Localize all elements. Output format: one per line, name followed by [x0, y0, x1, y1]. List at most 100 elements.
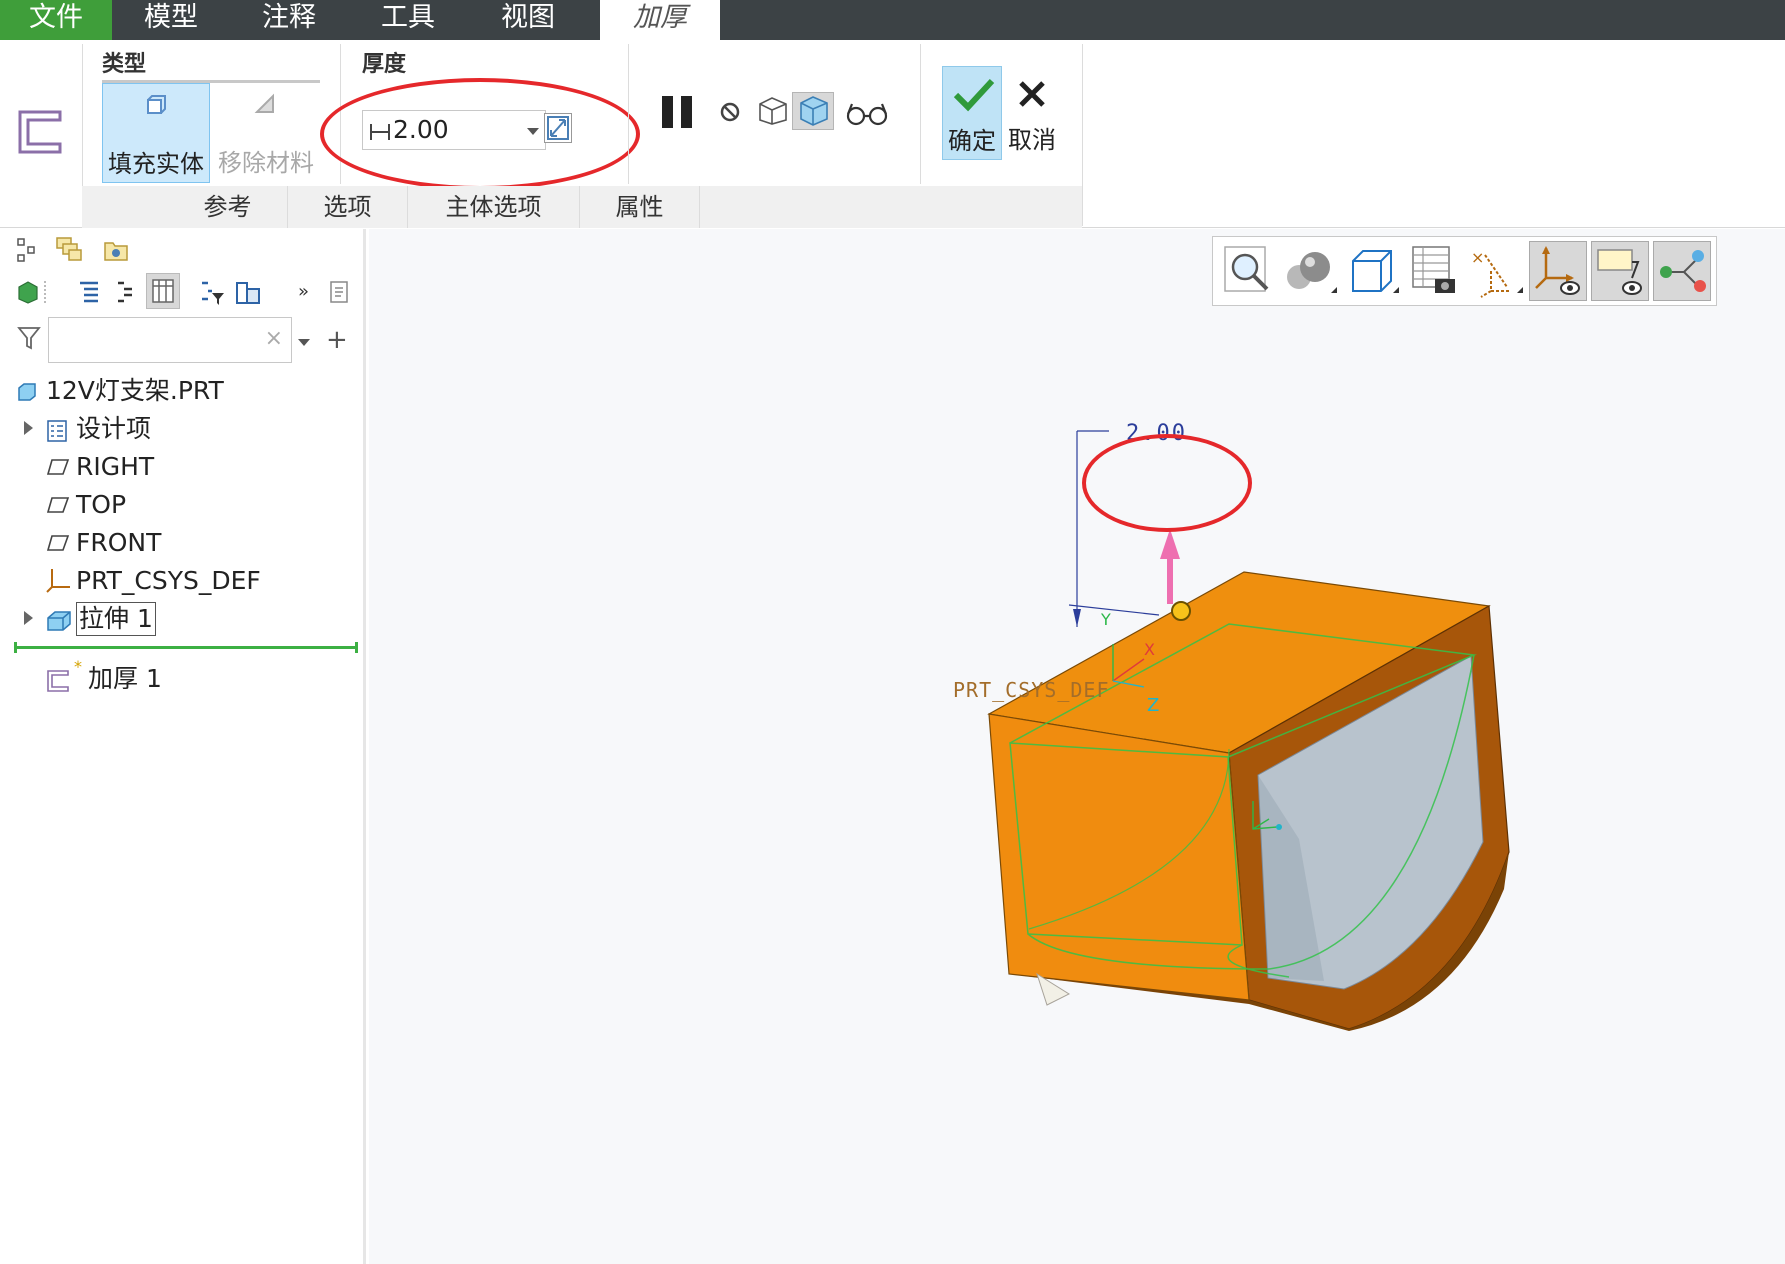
remove-material-button[interactable]: 移除材料: [212, 83, 320, 183]
menu-bar: 文件 模型 注释 工具 视图 加厚: [0, 0, 1785, 40]
tree-item-extrude[interactable]: 拉伸 1: [46, 601, 346, 637]
tree-label: 设计项: [76, 414, 152, 443]
model-tree-panel: » × + 12V灯支架.PRT 设计项 RIGHT TOP FRONT PRT…: [0, 229, 366, 1264]
filter-icon[interactable]: [16, 325, 42, 351]
layers-tab-icon[interactable]: [54, 235, 84, 263]
thicken-icon: [18, 110, 62, 154]
refit-button[interactable]: [1219, 241, 1277, 301]
zoom-icon: [1224, 246, 1269, 292]
tree-label: RIGHT: [76, 452, 155, 481]
more-tools-icon[interactable]: »: [298, 281, 309, 302]
tree-label: 12V灯支架.PRT: [46, 376, 224, 405]
design-items-icon: [47, 420, 67, 442]
tab-body-options[interactable]: 主体选项: [408, 186, 580, 228]
cancel-button[interactable]: 取消: [1002, 66, 1062, 160]
tree-item-top-plane[interactable]: TOP: [46, 487, 346, 523]
wireframe-preview-icon[interactable]: [756, 96, 790, 126]
tree-label: TOP: [76, 490, 127, 519]
csys-z-label: Z: [1147, 695, 1159, 716]
tree-item-front-plane[interactable]: FRONT: [46, 525, 346, 561]
saved-views-button[interactable]: [1405, 241, 1463, 301]
divider: [628, 44, 629, 184]
solid-icon: [147, 95, 166, 114]
cut-icon: [254, 93, 274, 113]
checkmark-icon: [953, 78, 995, 112]
dimension-value[interactable]: 2.00: [1126, 421, 1187, 446]
tree-item-right-plane[interactable]: RIGHT: [46, 449, 346, 485]
part-icon: [18, 383, 36, 401]
graphics-window[interactable]: 2.00 PRT_CSYS_DEF Y X Z: [369, 229, 1785, 1264]
no-preview-icon[interactable]: [718, 100, 742, 124]
dimension-arrow-icon: [1073, 609, 1081, 627]
tab-options[interactable]: 选项: [288, 186, 408, 228]
tree-item-design-items[interactable]: 设计项: [46, 411, 346, 447]
tree-filter-icon[interactable]: [198, 279, 226, 307]
insert-indicator-end: [14, 642, 17, 653]
add-icon[interactable]: +: [326, 325, 348, 355]
divider: [340, 44, 341, 184]
svg-text:×: ×: [1471, 248, 1484, 267]
folder-tab-icon[interactable]: [102, 237, 130, 263]
annotation-display-icon: [1597, 249, 1642, 295]
thickness-input[interactable]: 2.00: [362, 110, 546, 150]
thicken-icon: [47, 670, 69, 692]
csys-y-label: Y: [1100, 610, 1111, 629]
spin-center-icon: [1660, 250, 1706, 292]
origin-point-icon: [1276, 824, 1282, 830]
new-feature-star-icon: *: [74, 657, 82, 676]
tab-references[interactable]: 参考: [168, 186, 288, 228]
view-orientation-button[interactable]: [1343, 241, 1401, 301]
tree-item-csys[interactable]: PRT_CSYS_DEF: [46, 563, 346, 599]
menu-annotate[interactable]: 注释: [230, 0, 348, 40]
tree-settings-icon[interactable]: [234, 279, 262, 307]
thickness-group-label: 厚度: [362, 52, 407, 77]
insert-indicator-end: [355, 642, 358, 653]
menu-model[interactable]: 模型: [112, 0, 230, 40]
shading-sphere-icon: [1287, 252, 1337, 293]
search-dropdown-icon[interactable]: [298, 339, 310, 346]
menu-view[interactable]: 视图: [468, 0, 588, 40]
glasses-icon[interactable]: [846, 102, 888, 126]
tree-root-part[interactable]: 12V灯支架.PRT: [16, 373, 346, 409]
tree-expand-icon[interactable]: [114, 279, 136, 305]
csys-display-button[interactable]: [1529, 241, 1587, 301]
spin-center-button[interactable]: [1653, 241, 1711, 301]
insert-indicator[interactable]: [16, 646, 358, 649]
saved-views-icon: [1412, 246, 1455, 293]
tab-properties[interactable]: 属性: [580, 186, 700, 228]
annotation-display-button[interactable]: [1591, 241, 1649, 301]
tree-list-icon[interactable]: [76, 279, 102, 305]
expand-arrow-icon[interactable]: [24, 421, 33, 435]
coordinate-system-icon: [46, 569, 70, 593]
drag-handle-icon[interactable]: [1171, 601, 1191, 621]
solid-preview-button[interactable]: [792, 92, 834, 130]
tree-columns-button[interactable]: [146, 273, 180, 309]
tree-search-input[interactable]: ×: [48, 317, 292, 363]
menu-thicken-tab[interactable]: 加厚: [600, 0, 720, 40]
expand-arrow-icon[interactable]: [24, 611, 33, 625]
csys-label: PRT_CSYS_DEF: [953, 678, 1110, 702]
shading-button[interactable]: [1281, 241, 1339, 301]
tree-item-thicken[interactable]: * 加厚 1: [46, 657, 346, 697]
remove-material-label: 移除材料: [218, 149, 314, 177]
tree-label: 加厚 1: [88, 664, 162, 693]
flip-direction-button[interactable]: [544, 113, 572, 143]
part-cube-icon[interactable]: [16, 279, 40, 305]
datum-display-button[interactable]: ×: [1467, 241, 1525, 301]
model-viewport[interactable]: 2.00 PRT_CSYS_DEF Y X Z: [369, 229, 1785, 1264]
tree-columns-icon: [152, 279, 174, 303]
csys-x-label: X: [1144, 640, 1155, 659]
fill-solid-label: 填充实体: [108, 150, 204, 178]
fill-solid-button[interactable]: 填充实体: [102, 83, 210, 183]
pause-icon[interactable]: [660, 94, 696, 130]
view-cube-icon: [1352, 250, 1399, 293]
menu-file[interactable]: 文件: [0, 0, 112, 40]
model-tree-tab-icon[interactable]: [16, 237, 38, 263]
dropdown-caret-icon[interactable]: [527, 128, 539, 135]
menu-tools[interactable]: 工具: [348, 0, 468, 40]
tree-label: 拉伸 1: [76, 602, 156, 636]
notes-icon[interactable]: [328, 279, 352, 307]
type-group-label: 类型: [102, 52, 147, 77]
clear-icon[interactable]: ×: [265, 326, 283, 351]
confirm-button[interactable]: 确定: [942, 66, 1002, 160]
